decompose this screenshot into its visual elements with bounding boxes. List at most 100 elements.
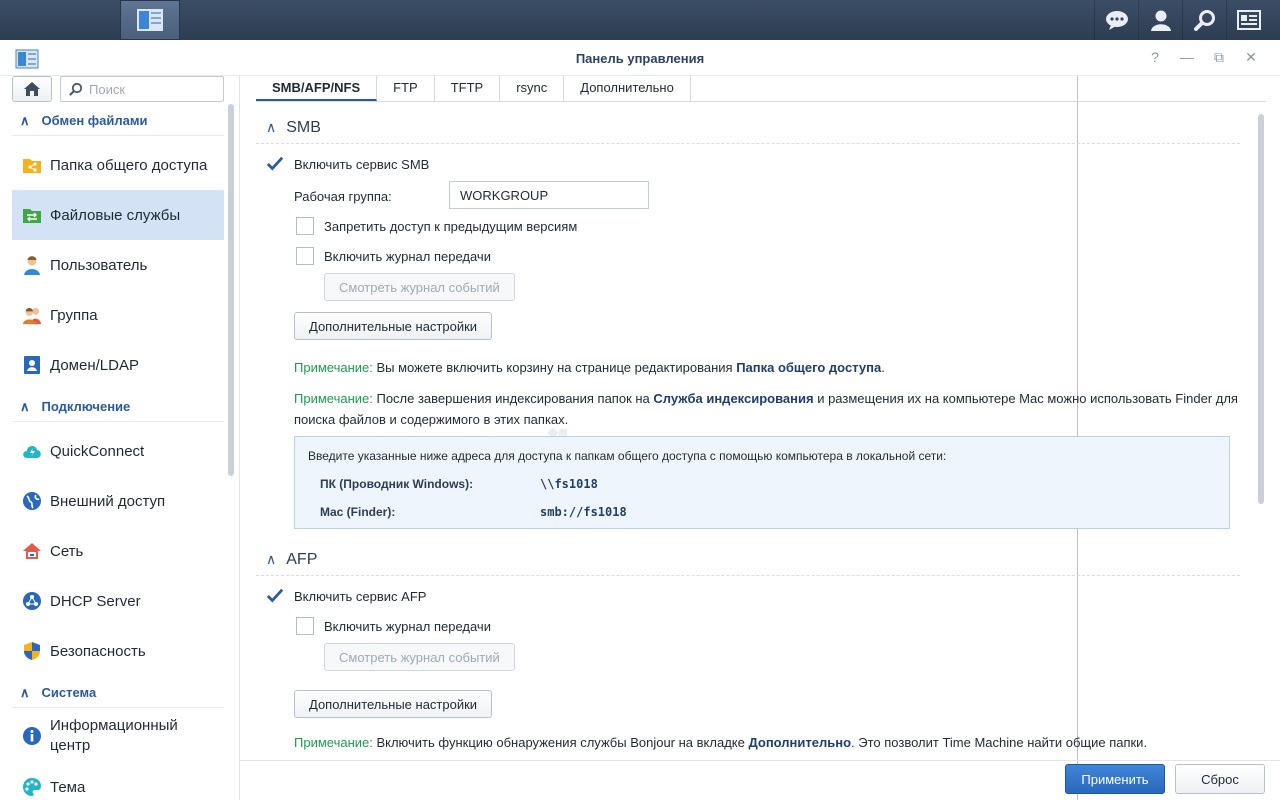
info-intro: Введите указанные ниже адреса для доступ… — [308, 449, 947, 463]
close-button[interactable]: ✕ — [1242, 49, 1260, 66]
sidebar-item-info-center[interactable]: Информационный центр — [12, 712, 224, 760]
section-title: Обмен файлами — [41, 113, 148, 128]
chevron-up-icon: ∧ — [266, 119, 277, 135]
sidebar-item-label: Тема — [50, 778, 86, 796]
sidebar: ∧ Обмен файлами Папка общего доступа Фай… — [0, 76, 240, 800]
search-icon — [1193, 10, 1215, 31]
domain-icon — [22, 355, 42, 375]
afp-enable-row[interactable]: Включить сервис AFP — [266, 587, 426, 605]
note-text: Включить функцию обнаружения службы Bonj… — [372, 735, 749, 750]
afp-transfer-log-checkbox[interactable] — [296, 617, 314, 635]
tab-rsync[interactable]: rsync — [500, 76, 565, 101]
sidebar-item-domain-ldap[interactable]: Домен/LDAP — [12, 340, 224, 390]
info-pc-value: \\fs1018 — [540, 477, 598, 491]
section-title: Подключение — [41, 399, 131, 414]
sidebar-item-dhcp-server[interactable]: DHCP Server — [12, 576, 224, 626]
smb-enable-row[interactable]: Включить сервис SMB — [266, 155, 429, 173]
home-button[interactable] — [12, 76, 52, 102]
checkmark-icon — [266, 156, 284, 171]
section-title: Система — [41, 685, 97, 700]
smb-advanced-settings-button[interactable]: Дополнительные настройки — [294, 312, 493, 340]
quickconnect-icon — [22, 441, 42, 461]
apply-button[interactable]: Применить — [1065, 764, 1165, 794]
deny-prev-versions-checkbox[interactable] — [296, 217, 314, 235]
advanced-tab-link[interactable]: Дополнительно — [748, 735, 851, 750]
smb-enable-checkbox[interactable] — [266, 155, 284, 173]
sidebar-item-file-services[interactable]: Файловые службы — [12, 190, 224, 240]
maximize-button[interactable]: ⧉ — [1210, 49, 1228, 66]
window-header: Панель управления ? — ⧉ ✕ — [0, 40, 1280, 76]
tab-smb-afp-nfs[interactable]: SMB/AFP/NFS — [256, 76, 378, 101]
checkmark-icon — [266, 588, 284, 603]
smb-view-log-button[interactable]: Смотреть журнал событий — [324, 273, 515, 301]
sidebar-search[interactable] — [60, 76, 224, 102]
section-connectivity[interactable]: ∧ Подключение — [12, 392, 224, 422]
chevron-up-icon: ∧ — [266, 551, 277, 567]
afp-section-header[interactable]: ∧ AFP — [256, 544, 1240, 576]
sidebar-item-label: Внешний доступ — [50, 492, 166, 510]
afp-transfer-log-row[interactable]: Включить журнал передачи — [296, 617, 491, 635]
smb-transfer-log-label: Включить журнал передачи — [324, 248, 491, 264]
afp-view-log-button[interactable]: Смотреть журнал событий — [324, 643, 515, 671]
note-text: . Это позволит Time Machine найти общие … — [851, 735, 1148, 750]
sidebar-search-input[interactable] — [89, 81, 209, 97]
user-menu-button[interactable] — [1138, 0, 1182, 40]
help-button[interactable]: ? — [1146, 49, 1164, 66]
sidebar-item-security[interactable]: Безопасность — [12, 626, 224, 676]
smb-transfer-log-row[interactable]: Включить журнал передачи — [296, 247, 491, 265]
afp-advanced-settings-button[interactable]: Дополнительные настройки — [294, 690, 493, 718]
section-file-sharing[interactable]: ∧ Обмен файлами — [12, 106, 224, 136]
smb-section-header[interactable]: ∧ SMB — [256, 112, 1240, 144]
deny-prev-versions-label: Запретить доступ к предыдущим версиям — [324, 218, 578, 234]
smb-transfer-log-checkbox[interactable] — [296, 247, 314, 265]
note-text: . — [881, 360, 885, 375]
smb-section-title: SMB — [286, 118, 321, 136]
tab-advanced[interactable]: Дополнительно — [564, 76, 691, 101]
user-icon — [1150, 10, 1171, 31]
afp-enable-label: Включить сервис AFP — [294, 588, 427, 604]
minimize-button[interactable]: — — [1178, 49, 1196, 66]
sidebar-item-shared-folder[interactable]: Папка общего доступа — [12, 140, 224, 190]
sidebar-item-label: DHCP Server — [50, 592, 141, 610]
tab-ftp[interactable]: FTP — [377, 76, 435, 101]
security-shield-icon — [22, 641, 42, 661]
sidebar-item-label: Файловые службы — [50, 206, 181, 224]
dhcp-icon — [22, 591, 42, 611]
sidebar-item-theme[interactable]: Тема — [12, 762, 224, 800]
shared-folder-link[interactable]: Папка общего доступа — [736, 360, 881, 375]
sidebar-item-label: Пользователь — [50, 256, 148, 274]
network-icon — [22, 541, 42, 561]
afp-enable-checkbox[interactable] — [266, 587, 284, 605]
sidebar-scrollbar[interactable] — [228, 104, 234, 476]
sidebar-item-network[interactable]: Сеть — [12, 526, 224, 576]
afp-section-title: AFP — [286, 550, 318, 568]
sidebar-item-group[interactable]: Группа — [12, 290, 224, 340]
theme-palette-icon — [22, 777, 42, 797]
workgroup-input[interactable] — [449, 181, 649, 209]
chevron-up-icon: ∧ — [20, 684, 30, 700]
chevron-up-icon: ∧ — [20, 112, 30, 128]
control-panel-app-icon — [137, 9, 163, 31]
home-icon — [24, 82, 40, 96]
taskbar — [0, 0, 1280, 800]
note-label: Примечание: — [294, 391, 373, 406]
workgroup-label: Рабочая группа: — [294, 189, 392, 204]
content-scrollbar[interactable] — [1258, 114, 1264, 504]
indexing-service-link[interactable]: Служба индексирования — [653, 391, 813, 406]
external-access-icon — [22, 491, 42, 511]
deny-prev-versions-row[interactable]: Запретить доступ к предыдущим версиям — [296, 217, 577, 235]
note-text: После завершения индексирования папок на — [372, 391, 654, 406]
chat-button[interactable] — [1094, 0, 1138, 40]
tab-tftp[interactable]: TFTP — [435, 76, 501, 101]
sidebar-item-external-access[interactable]: Внешний доступ — [12, 476, 224, 526]
control-panel-taskbar-button[interactable] — [120, 0, 180, 40]
sidebar-item-user[interactable]: Пользователь — [12, 240, 224, 290]
reset-button[interactable]: Сброс — [1175, 764, 1265, 794]
sidebar-item-quickconnect[interactable]: QuickConnect — [12, 426, 224, 476]
search-button[interactable] — [1182, 0, 1226, 40]
chevron-up-icon: ∧ — [20, 398, 30, 414]
widgets-button[interactable] — [1226, 0, 1270, 40]
smb-note-indexing: Примечание: После завершения индексирова… — [294, 388, 1244, 430]
section-system[interactable]: ∧ Система — [12, 678, 224, 708]
info-mac-label: Mac (Finder): — [320, 505, 396, 519]
